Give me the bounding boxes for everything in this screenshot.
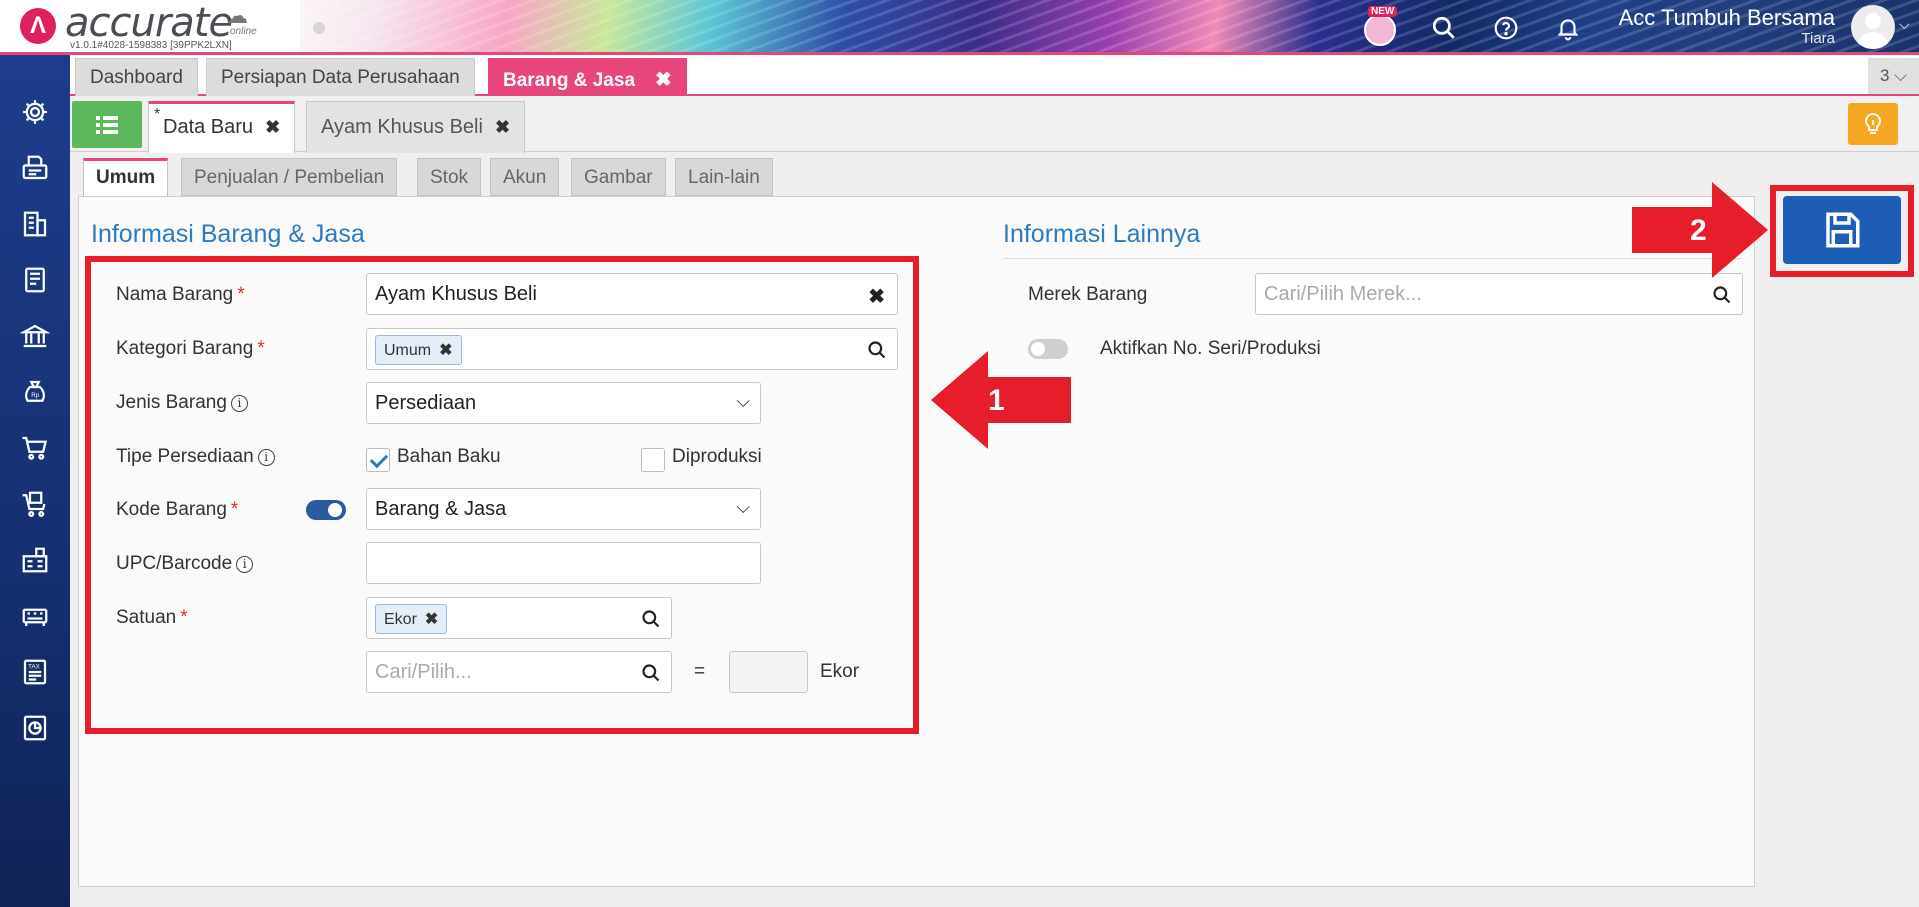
cart-icon[interactable] (17, 430, 53, 466)
fax-icon[interactable] (17, 150, 53, 186)
bell-icon[interactable] (1552, 12, 1584, 44)
tab-penjualan-pembelian[interactable]: Penjualan / Pembelian (181, 158, 398, 196)
tab-label: Dashboard (90, 67, 183, 88)
report-chart-icon[interactable] (17, 710, 53, 746)
annotation-number-1: 1 (988, 384, 1005, 417)
tab-label: Data Baru (163, 116, 254, 138)
svg-text:Rp: Rp (31, 392, 40, 399)
status-dot (313, 22, 325, 34)
tab-label: Persiapan Data Perusahaan (221, 67, 460, 88)
tab-persiapan-data[interactable]: Persiapan Data Perusahaan (206, 58, 475, 96)
whats-new-button[interactable]: NEW (1360, 6, 1400, 46)
list-icon (96, 115, 118, 134)
annotation-number-2: 2 (1690, 214, 1707, 247)
svg-text:TAX: TAX (28, 663, 41, 670)
annotation-box-save (1770, 185, 1914, 277)
app-logo[interactable]: Λ accurate ☁ online v1.0.1#4028-1598383 … (0, 0, 300, 52)
purchase-cart-icon[interactable] (17, 486, 53, 522)
lightbulb-icon (1865, 112, 1881, 134)
tab-barang-jasa[interactable]: Barang & Jasa ✖ (488, 58, 687, 96)
tax-icon[interactable]: TAX (17, 654, 53, 690)
help-icon[interactable] (1490, 12, 1522, 44)
book-icon[interactable] (17, 262, 53, 298)
logo-sub: online (230, 26, 257, 37)
chevron-down-icon[interactable]: ⌵ (1899, 16, 1910, 33)
tips-button[interactable] (1848, 103, 1898, 145)
top-header: Λ accurate ☁ online v1.0.1#4028-1598383 … (0, 0, 1919, 55)
avatar[interactable] (1851, 5, 1895, 49)
money-bag-icon[interactable]: Rp (17, 374, 53, 410)
tab-akun[interactable]: Akun (490, 158, 560, 196)
company-name[interactable]: Acc Tumbuh Bersama (1619, 5, 1835, 31)
tab-lain-lain[interactable]: Lain-lain (675, 158, 773, 196)
list-view-button[interactable] (72, 101, 142, 148)
close-icon[interactable]: ✖ (265, 117, 280, 137)
tab-umum[interactable]: Umum (83, 158, 169, 198)
search-icon[interactable] (1712, 285, 1732, 305)
section-title-lainnya: Informasi Lainnya (1003, 220, 1201, 248)
building-icon[interactable] (17, 206, 53, 242)
tab-label: Barang & Jasa (503, 70, 636, 91)
gear-icon[interactable] (17, 94, 53, 130)
new-badge: NEW (1368, 6, 1398, 17)
app-version: v1.0.1#4028-1598383 [39PPK2LXN] (70, 40, 232, 51)
user-name[interactable]: Tiara (1801, 30, 1835, 47)
tab-counter-dropdown[interactable]: 3 ⌵ (1868, 58, 1919, 94)
tab-data-baru[interactable]: * Data Baru ✖ (148, 101, 296, 153)
search-icon[interactable] (1428, 12, 1460, 44)
accurate-logo-icon: Λ (20, 8, 56, 44)
factory-icon[interactable] (17, 598, 53, 634)
sidebar: Rp TAX (0, 55, 70, 907)
tab-label: Ayam Khusus Beli (321, 116, 483, 138)
merek-placeholder: Cari/Pilih Merek... (1264, 283, 1422, 305)
close-icon[interactable]: ✖ (495, 117, 510, 137)
label-merek-barang: Merek Barang (1028, 284, 1148, 305)
bank-icon[interactable] (17, 318, 53, 354)
merek-barang-input[interactable]: Cari/Pilih Merek... (1255, 273, 1743, 315)
close-icon[interactable]: ✖ (655, 69, 672, 91)
tab-dashboard[interactable]: Dashboard (75, 58, 198, 96)
tab-gambar[interactable]: Gambar (571, 158, 666, 196)
tab-stok[interactable]: Stok (417, 158, 482, 196)
tab-ayam-khusus-beli[interactable]: Ayam Khusus Beli ✖ (306, 101, 526, 153)
annotation-box-form (85, 256, 919, 734)
section-title-barang: Informasi Barang & Jasa (91, 220, 365, 248)
warehouse-icon[interactable] (17, 542, 53, 578)
unsaved-marker: * (154, 106, 161, 123)
mascot-icon (1364, 14, 1396, 46)
module-tab-bar: Dashboard Persiapan Data Perusahaan Bara… (70, 55, 1919, 96)
document-tab-bar: * Data Baru ✖ Ayam Khusus Beli ✖ (70, 98, 1919, 153)
label-serial-number: Aktifkan No. Seri/Produksi (1100, 338, 1321, 359)
